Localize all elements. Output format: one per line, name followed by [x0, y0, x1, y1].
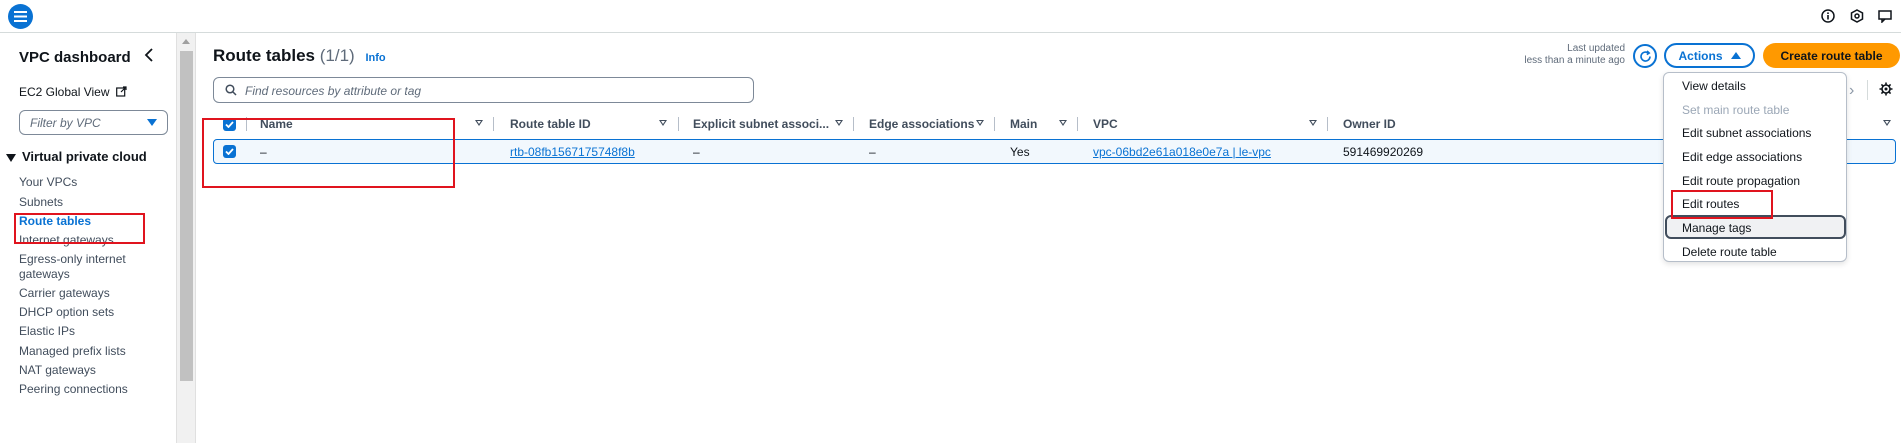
feedback-icon[interactable]	[1877, 8, 1893, 24]
sidebar-item-managed-prefix-lists[interactable]: Managed prefix lists	[19, 344, 126, 358]
cell-main: Yes	[1010, 145, 1030, 159]
actions-dropdown-menu: View details Set main route table Edit s…	[1663, 72, 1847, 262]
menu-item-edit-route-propagation[interactable]: Edit route propagation	[1682, 174, 1800, 188]
scroll-up-arrow-icon[interactable]	[182, 39, 190, 44]
table-header: Name Route table ID Explicit subnet asso…	[213, 114, 1901, 134]
sidebar-item-egress-only-internet-gateways[interactable]: Egress-only internet	[19, 252, 126, 266]
menu-item-set-main-route-table: Set main route table	[1682, 103, 1790, 117]
sidebar-item-peering-connections[interactable]: Peering connections	[19, 382, 128, 396]
chevron-left-icon	[144, 48, 153, 62]
next-page-chevron-icon[interactable]: ›	[1849, 82, 1854, 100]
column-divider	[1077, 117, 1078, 131]
sort-icon[interactable]	[1059, 120, 1067, 126]
menu-item-edit-subnet-associations[interactable]: Edit subnet associations	[1682, 126, 1811, 140]
page-title: Route tables (1/1) Info	[213, 46, 386, 66]
annotation-highlight-edit-routes	[1671, 190, 1773, 219]
column-header-explicit-subnet[interactable]: Explicit subnet associ...	[693, 114, 829, 134]
menu-item-manage-tags[interactable]: Manage tags	[1682, 221, 1751, 235]
cell-vpc-link[interactable]: vpc-06bd2e61a018e0e7a | le-vpc	[1093, 145, 1271, 159]
search-placeholder: Find resources by attribute or tag	[245, 84, 422, 98]
search-icon	[225, 84, 237, 96]
sort-icon[interactable]	[976, 120, 984, 126]
last-updated-text: Last updated less than a minute ago	[1500, 43, 1625, 67]
cell-route-table-id-link[interactable]: rtb-08fb1567175748f8b	[510, 145, 635, 159]
sidebar-item-your-vpcs[interactable]: Your VPCs	[19, 175, 77, 189]
hamburger-icon	[14, 11, 27, 22]
create-route-table-button[interactable]: Create route table	[1763, 43, 1900, 68]
filter-by-vpc-select[interactable]: Filter by VPC	[19, 110, 168, 135]
column-divider	[678, 117, 679, 131]
gear-icon[interactable]	[1879, 82, 1893, 96]
sidebar-item-dhcp-option-sets[interactable]: DHCP option sets	[19, 305, 114, 319]
sort-icon[interactable]	[835, 120, 843, 126]
actions-label: Actions	[1678, 48, 1723, 63]
column-header-vpc[interactable]: VPC	[1093, 114, 1118, 134]
collapse-nav-button[interactable]	[144, 48, 158, 64]
column-divider	[1327, 117, 1328, 131]
sidebar-item-subnets[interactable]: Subnets	[19, 195, 63, 209]
sort-icon[interactable]	[475, 120, 483, 126]
actions-button[interactable]: Actions	[1664, 43, 1755, 68]
sidebar-item-egress-only-continued[interactable]: gateways	[19, 267, 70, 281]
column-header-edge-associations[interactable]: Edge associations	[869, 114, 974, 134]
caret-down-icon	[6, 153, 16, 162]
sidebar-scrollbar[interactable]	[176, 33, 196, 443]
menu-item-view-details[interactable]: View details	[1682, 79, 1746, 93]
refresh-button[interactable]	[1633, 44, 1657, 68]
annotation-highlight-row	[202, 118, 455, 188]
sort-icon[interactable]	[659, 120, 667, 126]
column-divider	[853, 117, 854, 131]
divider	[1867, 80, 1868, 100]
caret-up-icon	[1730, 52, 1741, 59]
last-updated-label: Last updated	[1567, 43, 1625, 54]
last-updated-value: less than a minute ago	[1524, 55, 1625, 66]
hamburger-menu-button[interactable]	[8, 4, 33, 29]
column-header-owner-id[interactable]: Owner ID	[1343, 114, 1396, 134]
table-row[interactable]: – rtb-08fb1567175748f8b – – Yes vpc-06bd…	[213, 139, 1896, 164]
search-input[interactable]: Find resources by attribute or tag	[213, 77, 754, 103]
settings-hex-icon[interactable]	[1849, 8, 1865, 24]
column-divider	[493, 117, 494, 131]
sort-icon[interactable]	[1309, 120, 1317, 126]
cell-owner-id: 591469920269	[1343, 145, 1424, 159]
menu-item-edit-edge-associations[interactable]: Edit edge associations	[1682, 150, 1802, 164]
external-link-icon	[115, 86, 127, 97]
column-divider	[994, 117, 995, 131]
selection-count: (1/1)	[319, 46, 355, 65]
column-header-main[interactable]: Main	[1010, 114, 1037, 134]
menu-item-delete-route-table[interactable]: Delete route table	[1682, 245, 1777, 259]
top-navigation-bar	[0, 0, 1901, 33]
info-icon[interactable]	[1820, 8, 1836, 24]
sidebar-item-ec2-global-view[interactable]: EC2 Global View	[19, 85, 127, 99]
info-link[interactable]: Info	[365, 52, 385, 64]
cell-edge-associations: –	[869, 145, 876, 159]
refresh-icon	[1639, 49, 1651, 62]
section-virtual-private-cloud[interactable]: Virtual private cloud	[6, 149, 147, 164]
sidebar-item-nat-gateways[interactable]: NAT gateways	[19, 363, 96, 377]
scrollbar-thumb[interactable]	[180, 51, 193, 381]
column-header-route-table-id[interactable]: Route table ID	[510, 114, 591, 134]
cell-explicit-subnet: –	[693, 145, 700, 159]
sidebar-item-elastic-ips[interactable]: Elastic IPs	[19, 324, 75, 338]
annotation-highlight-route-tables	[14, 213, 145, 244]
page-title-text: Route tables	[213, 46, 316, 65]
section-label: Virtual private cloud	[22, 149, 147, 164]
nav-title[interactable]: VPC dashboard	[19, 49, 131, 66]
sidebar-item-label: EC2 Global View	[19, 85, 110, 99]
sidebar-item-carrier-gateways[interactable]: Carrier gateways	[19, 286, 110, 300]
sort-icon[interactable]	[1883, 120, 1891, 126]
filter-placeholder: Filter by VPC	[30, 116, 101, 130]
caret-down-icon	[147, 119, 157, 126]
